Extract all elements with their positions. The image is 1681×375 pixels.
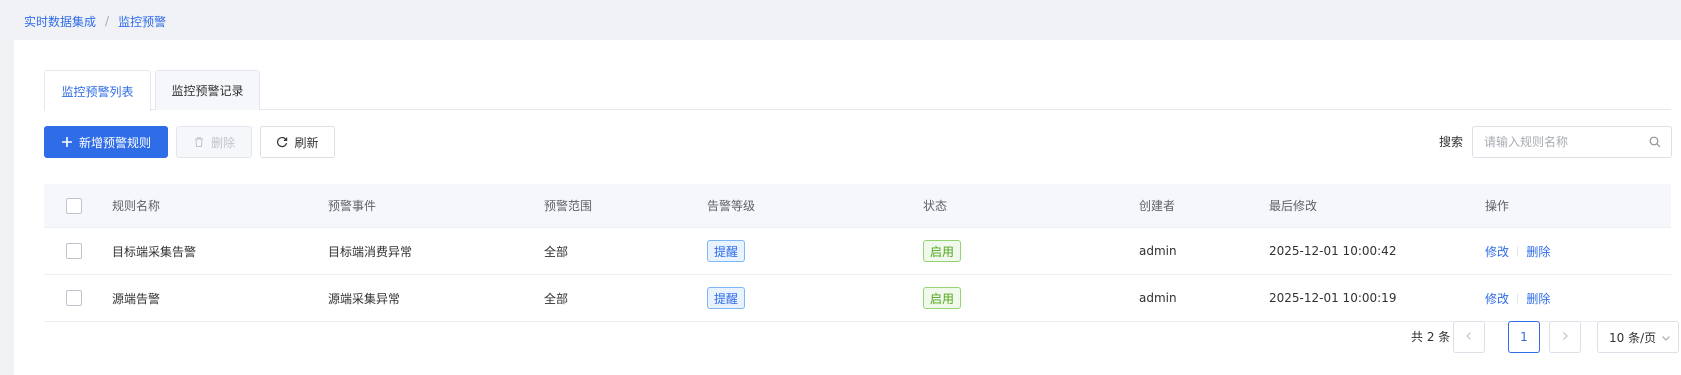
breadcrumb-item-realtime-integration[interactable]: 实时数据集成 [24, 13, 96, 30]
column-header-alert-scope: 预警范围 [544, 199, 593, 213]
tab-bar: 监控预警列表 监控预警记录 [44, 70, 1671, 111]
refresh-icon [276, 136, 288, 148]
delete-button[interactable]: 删除 [176, 126, 252, 158]
refresh-button[interactable]: 刷新 [260, 126, 335, 158]
page-size-value: 10 条/页 [1609, 330, 1657, 345]
add-alert-rule-label: 新增预警规则 [78, 135, 151, 150]
prev-page-button[interactable] [1453, 321, 1485, 353]
status-badge: 启用 [923, 240, 962, 262]
alert-rule-table: 规则名称 预警事件 预警范围 告警等级 状态 创建者 最后修改 操作 目标端采集… [44, 184, 1671, 322]
column-header-actions: 操作 [1485, 199, 1510, 213]
breadcrumb-item-monitor-alert[interactable]: 监控预警 [118, 13, 166, 30]
table-header-row: 规则名称 预警事件 预警范围 告警等级 状态 创建者 最后修改 操作 [44, 184, 1671, 228]
column-header-alert-level: 告警等级 [707, 199, 756, 213]
creator: admin [1139, 244, 1177, 258]
chevron-right-icon [1560, 330, 1570, 344]
main-card: 监控预警列表 监控预警记录 新增预警规则 删除 刷新 搜索 规则名称 预警事件 [14, 40, 1681, 375]
column-header-status: 状态 [923, 199, 948, 213]
table-row: 源端告警 源端采集异常 全部 提醒 启用 admin 2025-12-01 10… [44, 275, 1671, 322]
row-actions: 修改 | 删除 [1485, 228, 1550, 274]
search-icon[interactable] [1649, 136, 1661, 152]
search-input[interactable] [1473, 127, 1671, 157]
delete-label: 删除 [210, 135, 235, 150]
column-header-last-modified: 最后修改 [1269, 199, 1318, 213]
row-checkbox[interactable] [66, 243, 82, 259]
alert-level-badge: 提醒 [707, 240, 746, 262]
add-alert-rule-button[interactable]: 新增预警规则 [44, 126, 168, 158]
creator: admin [1139, 291, 1177, 305]
table-row: 目标端采集告警 目标端消费异常 全部 提醒 启用 admin 2025-12-0… [44, 228, 1671, 275]
status-badge: 启用 [923, 287, 962, 309]
row-actions: 修改 | 删除 [1485, 275, 1550, 321]
page-size-select[interactable]: 10 条/页 [1597, 321, 1679, 353]
last-modified: 2025-12-01 10:00:19 [1269, 291, 1397, 305]
alert-event: 目标端消费异常 [328, 244, 413, 259]
tab-alert-records[interactable]: 监控预警记录 [155, 70, 260, 110]
alert-scope: 全部 [544, 291, 569, 306]
refresh-label: 刷新 [294, 135, 319, 150]
alert-scope: 全部 [544, 244, 569, 259]
chevron-left-icon [1464, 330, 1474, 344]
action-divider: | [1516, 292, 1520, 304]
column-header-alert-event: 预警事件 [328, 199, 377, 213]
rule-name: 目标端采集告警 [112, 244, 197, 259]
breadcrumb: 实时数据集成 / 监控预警 [24, 12, 166, 30]
column-header-rule-name: 规则名称 [112, 199, 161, 213]
delete-link[interactable]: 删除 [1526, 243, 1550, 260]
delete-link[interactable]: 删除 [1526, 290, 1550, 307]
pagination-total: 共 2 条 [1411, 330, 1451, 344]
search-label: 搜索 [1439, 135, 1464, 149]
last-modified: 2025-12-01 10:00:42 [1269, 244, 1397, 258]
alert-level-badge: 提醒 [707, 287, 746, 309]
search-field[interactable] [1472, 126, 1672, 158]
chevron-down-icon [1661, 332, 1671, 346]
action-divider: | [1516, 245, 1520, 257]
page-number-button[interactable]: 1 [1508, 321, 1540, 353]
trash-icon [193, 136, 205, 148]
select-all-checkbox[interactable] [66, 197, 82, 214]
breadcrumb-separator: / [105, 14, 110, 28]
edit-link[interactable]: 修改 [1485, 290, 1509, 307]
plus-icon [61, 136, 73, 148]
row-checkbox[interactable] [66, 290, 82, 306]
rule-name: 源端告警 [112, 291, 161, 306]
next-page-button[interactable] [1549, 321, 1581, 353]
column-header-creator: 创建者 [1139, 199, 1176, 213]
edit-link[interactable]: 修改 [1485, 243, 1509, 260]
tab-alert-list[interactable]: 监控预警列表 [44, 70, 151, 111]
alert-event: 源端采集异常 [328, 291, 401, 306]
